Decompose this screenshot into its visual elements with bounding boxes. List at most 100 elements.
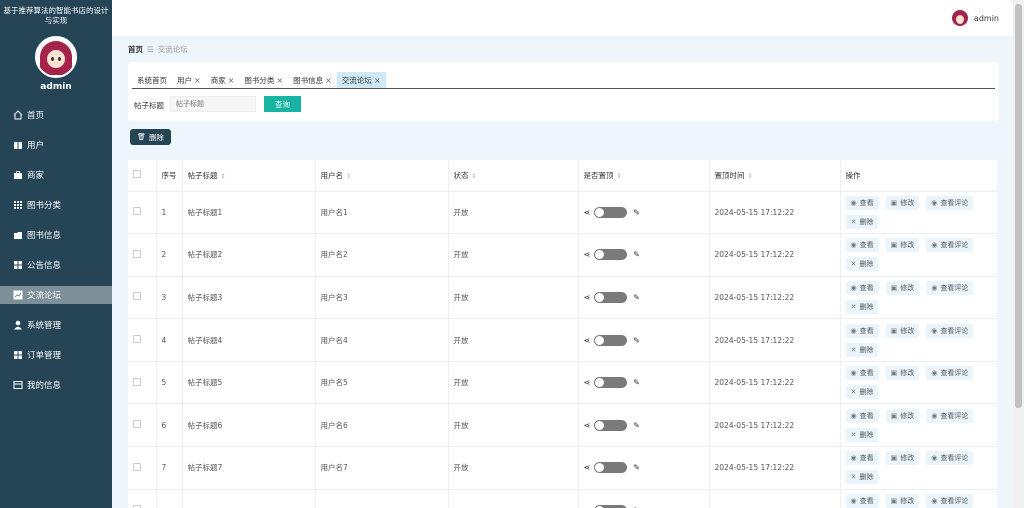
home-icon <box>13 110 23 120</box>
delete-row-button[interactable]: ✕ 删除 <box>845 470 879 485</box>
view-comments-button[interactable]: ◉ 查看评论 <box>926 408 974 423</box>
search-input[interactable] <box>170 96 256 112</box>
view-comments-button[interactable]: ◉ 查看评论 <box>926 366 974 381</box>
row-checkbox[interactable] <box>128 233 157 277</box>
sidebar-item-forum[interactable]: 交流论坛 <box>0 286 112 304</box>
sidebar-item-my-info[interactable]: 我的信息 <box>0 376 112 394</box>
delete-row-button[interactable]: ✕ 删除 <box>845 385 879 400</box>
select-all-checkbox[interactable] <box>128 160 157 192</box>
pinned-toggle[interactable] <box>594 206 628 218</box>
edit-button[interactable]: ▣ 修改 <box>885 408 920 423</box>
sort-icon: ⇕ <box>747 172 753 180</box>
sidebar-item-orders[interactable]: 订单管理 <box>0 346 112 364</box>
view-button[interactable]: ◉ 查看 <box>845 238 879 253</box>
view-comments-button[interactable]: ◉ 查看评论 <box>926 451 974 466</box>
view-button[interactable]: ◉ 查看 <box>845 366 879 381</box>
view-comments-button[interactable]: ◉ 查看评论 <box>926 280 974 295</box>
user-menu[interactable]: admin <box>951 10 999 26</box>
close-icon[interactable]: × <box>228 76 235 85</box>
tab-label: 系统首页 <box>137 75 167 85</box>
row-checkbox[interactable] <box>128 403 157 448</box>
sidebar-item-home[interactable]: 首页 <box>0 106 112 124</box>
row-checkbox[interactable] <box>128 361 157 405</box>
tab-users[interactable]: 用户 × <box>172 72 206 88</box>
sidebar-item-merchants[interactable]: 商家 <box>0 166 112 184</box>
close-icon[interactable]: × <box>194 76 201 85</box>
tab-system-home[interactable]: 系统首页 <box>132 72 172 88</box>
edit-button[interactable]: ▣ 修改 <box>885 366 920 381</box>
search-panel: 系统首页 用户× 商家× 图书分类× 图书信息× 交流论坛× 帖子标题 查询 <box>128 62 999 121</box>
column-header-username[interactable]: 用户名 ⇕ <box>315 160 449 192</box>
pinned-toggle[interactable] <box>594 377 628 389</box>
close-icon[interactable]: × <box>374 76 381 85</box>
tab-merchants[interactable]: 商家 × <box>206 72 240 88</box>
column-header-title[interactable]: 帖子标题 ⇕ <box>182 160 316 192</box>
share-icon: ⋖ <box>583 378 591 388</box>
edit-icon: ▣ <box>890 283 898 292</box>
sidebar-item-system[interactable]: 系统管理 <box>0 316 112 334</box>
scrollbar[interactable] <box>1013 0 1024 508</box>
sidebar-item-book-category[interactable]: 图书分类 <box>0 196 112 214</box>
delete-button[interactable]: 🗑 删除 <box>130 129 171 145</box>
edit-pen-icon[interactable]: ✎ <box>633 250 640 259</box>
edit-button[interactable]: ▣ 修改 <box>885 323 920 338</box>
search-button[interactable]: 查询 <box>264 96 301 112</box>
view-button[interactable]: ◉ 查看 <box>845 280 879 295</box>
edit-button[interactable]: ▣ 修改 <box>885 195 920 210</box>
edit-pen-icon[interactable]: ✎ <box>633 336 640 345</box>
row-checkbox[interactable] <box>128 191 157 235</box>
row-checkbox[interactable] <box>128 489 157 508</box>
delete-row-button[interactable]: ✕ 删除 <box>845 342 879 357</box>
column-header-pin-time[interactable]: 置顶时间 ⇕ <box>709 160 841 192</box>
view-button[interactable]: ◉ 查看 <box>845 323 879 338</box>
delete-row-button[interactable]: ✕ 删除 <box>845 257 879 272</box>
row-checkbox[interactable] <box>128 318 157 362</box>
edit-pen-icon[interactable]: ✎ <box>633 421 640 430</box>
view-comments-button[interactable]: ◉ 查看评论 <box>926 238 974 253</box>
sidebar-item-announcements[interactable]: 公告信息 <box>0 256 112 274</box>
tab-book-info[interactable]: 图书信息 × <box>288 72 337 88</box>
edit-button[interactable]: ▣ 修改 <box>885 280 920 295</box>
tab-book-category[interactable]: 图书分类 × <box>239 72 288 88</box>
edit-button[interactable]: ▣ 修改 <box>885 493 920 508</box>
close-icon[interactable]: × <box>276 76 283 85</box>
edit-button[interactable]: ▣ 修改 <box>885 238 920 253</box>
sidebar-item-users[interactable]: 用户 <box>0 136 112 154</box>
column-header-pinned[interactable]: 是否置顶 ⇕ <box>578 160 710 192</box>
actions-cell: ◉查看 ▣修改 ◉查看评论 ✕删除 <box>840 403 997 448</box>
sidebar-item-book-info[interactable]: 图书信息 <box>0 226 112 244</box>
pinned-toggle[interactable] <box>594 462 628 474</box>
pinned-toggle[interactable] <box>594 334 628 346</box>
view-comments-button[interactable]: ◉ 查看评论 <box>926 323 974 338</box>
edit-button[interactable]: ▣ 修改 <box>885 451 920 466</box>
delete-row-button[interactable]: ✕ 删除 <box>845 427 879 442</box>
post-status: 开放 <box>448 233 579 277</box>
tab-label: 交流论坛 <box>341 75 372 85</box>
edit-pen-icon[interactable]: ✎ <box>633 463 640 472</box>
view-button[interactable]: ◉ 查看 <box>845 493 879 508</box>
view-button[interactable]: ◉ 查看 <box>845 451 879 466</box>
close-icon[interactable]: × <box>325 76 332 85</box>
table-row: ⋖ ✎ ◉查看 ▣修改 ◉查看评论 ✕删除 <box>128 489 997 508</box>
row-checkbox[interactable] <box>128 276 157 320</box>
delete-row-button[interactable]: ✕ 删除 <box>845 299 879 314</box>
pinned-toggle[interactable] <box>594 291 628 303</box>
edit-pen-icon[interactable]: ✎ <box>633 208 640 217</box>
pinned-toggle[interactable] <box>594 249 628 261</box>
pinned-toggle[interactable] <box>594 419 628 431</box>
table-row: 2 帖子标题2 用户名2 开放 ⋖ ✎ 2024-05-15 17:12:22 … <box>128 233 997 277</box>
breadcrumb-home[interactable]: 首页 <box>128 45 143 54</box>
edit-pen-icon[interactable]: ✎ <box>633 378 640 387</box>
tab-forum[interactable]: 交流论坛 × <box>336 72 386 88</box>
edit-pen-icon[interactable]: ✎ <box>633 293 640 302</box>
view-button[interactable]: ◉ 查看 <box>845 195 879 210</box>
row-checkbox[interactable] <box>128 446 157 490</box>
delete-row-button[interactable]: ✕ 删除 <box>845 214 879 229</box>
eye-icon: ◉ <box>931 198 938 207</box>
scrollbar-thumb[interactable] <box>1015 4 1022 408</box>
view-comments-button[interactable]: ◉ 查看评论 <box>926 195 974 210</box>
sidebar: 基于推荐算法的智能书店的设计与实现 admin 首页 用户 商家 图书分类 图书… <box>0 0 112 508</box>
view-comments-button[interactable]: ◉ 查看评论 <box>926 493 974 508</box>
view-button[interactable]: ◉ 查看 <box>845 408 879 423</box>
column-header-status[interactable]: 状态 ⇕ <box>448 160 579 192</box>
